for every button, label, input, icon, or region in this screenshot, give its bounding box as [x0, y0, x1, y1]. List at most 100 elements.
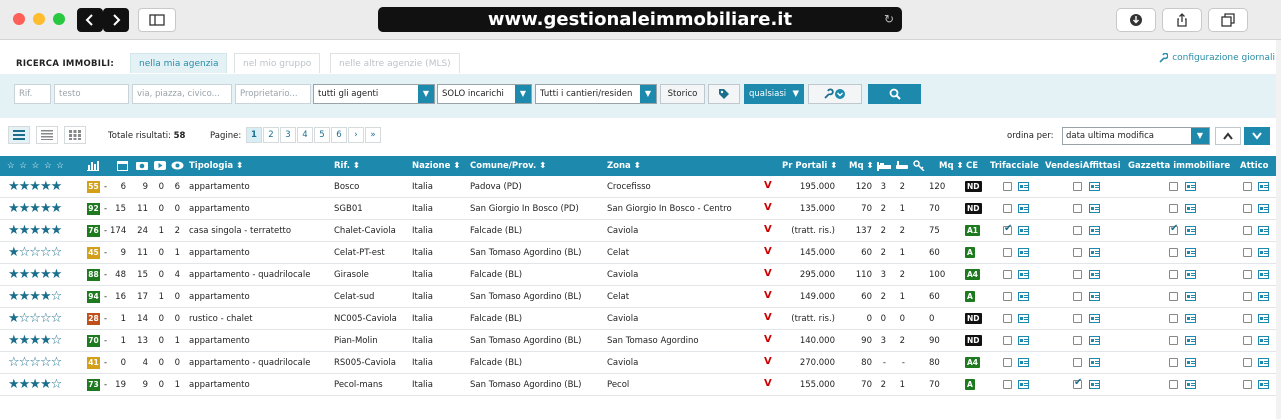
header-gazzetta[interactable]: Gazzetta immobiliare [1128, 161, 1230, 171]
sort-asc-button[interactable] [1215, 127, 1241, 145]
close-window-button[interactable] [13, 13, 25, 25]
downloads-button[interactable] [1116, 8, 1156, 32]
gazzetta-checkbox[interactable] [1169, 204, 1178, 213]
table-row[interactable]: ★★★★★ 55-6 9 0 6 appartamento Bosco Italia Padov… [0, 176, 1276, 198]
vendesi-checkbox[interactable] [1073, 248, 1082, 257]
tab-my-group[interactable]: nel mio gruppo [234, 53, 321, 73]
trifacciale-card-icon[interactable] [1018, 292, 1029, 301]
rif-cell[interactable]: Pian-Molin [334, 336, 378, 346]
gazzetta-card-icon[interactable] [1185, 182, 1196, 191]
table-row[interactable]: ★★★★★ 88-48 15 0 4 appartamento - quadrilocal… [0, 264, 1276, 286]
vendesi-card-icon[interactable] [1089, 336, 1100, 345]
trifacciale-checkbox[interactable] [1003, 248, 1012, 257]
page-5[interactable]: 5 [314, 127, 330, 143]
reload-icon[interactable]: ↻ [884, 7, 894, 32]
table-row[interactable]: ★☆☆☆☆ 45-9 11 0 1 appartamento Celat-PT-est Ita… [0, 242, 1276, 264]
bed-icon[interactable] [877, 161, 891, 171]
attico-checkbox[interactable] [1243, 204, 1252, 213]
vendesi-checkbox[interactable] [1073, 314, 1082, 323]
trifacciale-checkbox[interactable] [1003, 358, 1012, 367]
history-button[interactable]: Storico [660, 84, 705, 104]
vendesi-checkbox[interactable] [1073, 377, 1082, 389]
rif-cell[interactable]: Pecol-mans [334, 380, 383, 390]
search-button[interactable] [868, 84, 921, 104]
config-link[interactable]: configurazione giornali [1158, 53, 1275, 63]
attico-checkbox[interactable] [1243, 248, 1252, 257]
vendesi-card-icon[interactable] [1089, 270, 1100, 279]
rif-cell[interactable]: Celat-PT-est [334, 248, 385, 258]
trifacciale-card-icon[interactable] [1018, 270, 1029, 279]
attico-checkbox[interactable] [1243, 336, 1252, 345]
header-mq[interactable]: Mq ⬍ [849, 161, 874, 171]
attico-checkbox[interactable] [1243, 314, 1252, 323]
rating-stars[interactable]: ★★★★★ [8, 224, 62, 237]
header-vendesi[interactable]: VendesiAffittasi [1045, 161, 1121, 171]
vendesi-checkbox[interactable] [1073, 292, 1082, 301]
compact-view-button[interactable] [36, 126, 58, 144]
header-mq2[interactable]: Mq ⬍ [939, 161, 964, 171]
trifacciale-card-icon[interactable] [1018, 226, 1029, 235]
attico-card-icon[interactable] [1258, 204, 1269, 213]
table-row[interactable]: ★★★★☆ 73-19 9 0 1 appartamento Pecol-mans Itali… [0, 374, 1276, 396]
gazzetta-card-icon[interactable] [1185, 204, 1196, 213]
vertical-scrollbar[interactable] [1276, 40, 1281, 419]
order-select[interactable]: data ultima modifica ▼ [1062, 127, 1210, 145]
attico-checkbox[interactable] [1243, 226, 1252, 235]
gazzetta-card-icon[interactable] [1185, 358, 1196, 367]
agent-select[interactable]: tutti gli agenti ▼ [313, 84, 435, 104]
chart-icon[interactable] [87, 160, 99, 171]
table-row[interactable]: ★★★★★ 92-15 11 0 0 appartamento SGB01 Italia San… [0, 198, 1276, 220]
tag-button[interactable] [708, 84, 740, 104]
site-select[interactable]: Tutti i cantieri/residen ▼ [535, 84, 657, 104]
header-zona[interactable]: Zona ⬍ [607, 161, 641, 171]
header-nazione[interactable]: Nazione ⬍ [412, 161, 460, 171]
rif-cell[interactable]: Chalet-Caviola [334, 226, 396, 236]
minimize-window-button[interactable] [33, 13, 45, 25]
grid-view-button[interactable] [64, 126, 86, 144]
next-page-button[interactable]: › [348, 127, 364, 143]
rating-stars[interactable]: ★★★★☆ [8, 378, 62, 391]
key-icon[interactable] [913, 160, 925, 171]
last-page-button[interactable]: » [365, 127, 381, 143]
table-row[interactable]: ★☆☆☆☆ 28-1 14 0 0 rustico - chalet NC005-Cavio… [0, 308, 1276, 330]
trifacciale-checkbox[interactable] [1003, 270, 1012, 279]
attico-card-icon[interactable] [1258, 248, 1269, 257]
video-icon[interactable] [154, 160, 166, 171]
trifacciale-checkbox[interactable] [1003, 204, 1012, 213]
page-3[interactable]: 3 [280, 127, 296, 143]
gazzetta-card-icon[interactable] [1185, 336, 1196, 345]
vendesi-card-icon[interactable] [1089, 248, 1100, 257]
gazzetta-card-icon[interactable] [1185, 292, 1196, 301]
attico-card-icon[interactable] [1258, 270, 1269, 279]
gazzetta-card-icon[interactable] [1185, 380, 1196, 389]
attico-checkbox[interactable] [1243, 358, 1252, 367]
trifacciale-card-icon[interactable] [1018, 314, 1029, 323]
text-input[interactable]: testo [54, 84, 129, 104]
vendesi-card-icon[interactable] [1089, 358, 1100, 367]
gazzetta-checkbox[interactable] [1169, 182, 1178, 191]
gazzetta-card-icon[interactable] [1185, 314, 1196, 323]
rif-cell[interactable]: NC005-Caviola [334, 314, 397, 324]
vendesi-card-icon[interactable] [1089, 380, 1100, 389]
gazzetta-checkbox[interactable] [1169, 336, 1178, 345]
gazzetta-checkbox[interactable] [1169, 380, 1178, 389]
address-bar[interactable]: www.gestionaleimmobiliare.it ↻ [378, 7, 902, 32]
vendesi-checkbox[interactable] [1073, 226, 1082, 235]
header-tipologia[interactable]: Tipologia ⬍ [189, 161, 243, 171]
bathtub-icon[interactable] [896, 160, 908, 171]
attico-checkbox[interactable] [1243, 380, 1252, 389]
tabs-button[interactable] [1208, 8, 1248, 32]
eye-icon[interactable] [171, 160, 184, 171]
vendesi-card-icon[interactable] [1089, 292, 1100, 301]
attico-checkbox[interactable] [1243, 182, 1252, 191]
attico-checkbox[interactable] [1243, 270, 1252, 279]
rating-stars[interactable]: ★★★★★ [8, 268, 62, 281]
rating-stars[interactable]: ★★★★★ [8, 202, 62, 215]
attico-checkbox[interactable] [1243, 292, 1252, 301]
header-stars[interactable]: ☆ ☆ ☆ ☆ ☆ [7, 161, 65, 171]
attico-card-icon[interactable] [1258, 292, 1269, 301]
trifacciale-checkbox[interactable] [1003, 336, 1012, 345]
rating-stars[interactable]: ☆☆☆☆☆ [8, 356, 62, 369]
rif-cell[interactable]: Celat-sud [334, 292, 374, 302]
rif-input[interactable]: Rif. [14, 84, 51, 104]
